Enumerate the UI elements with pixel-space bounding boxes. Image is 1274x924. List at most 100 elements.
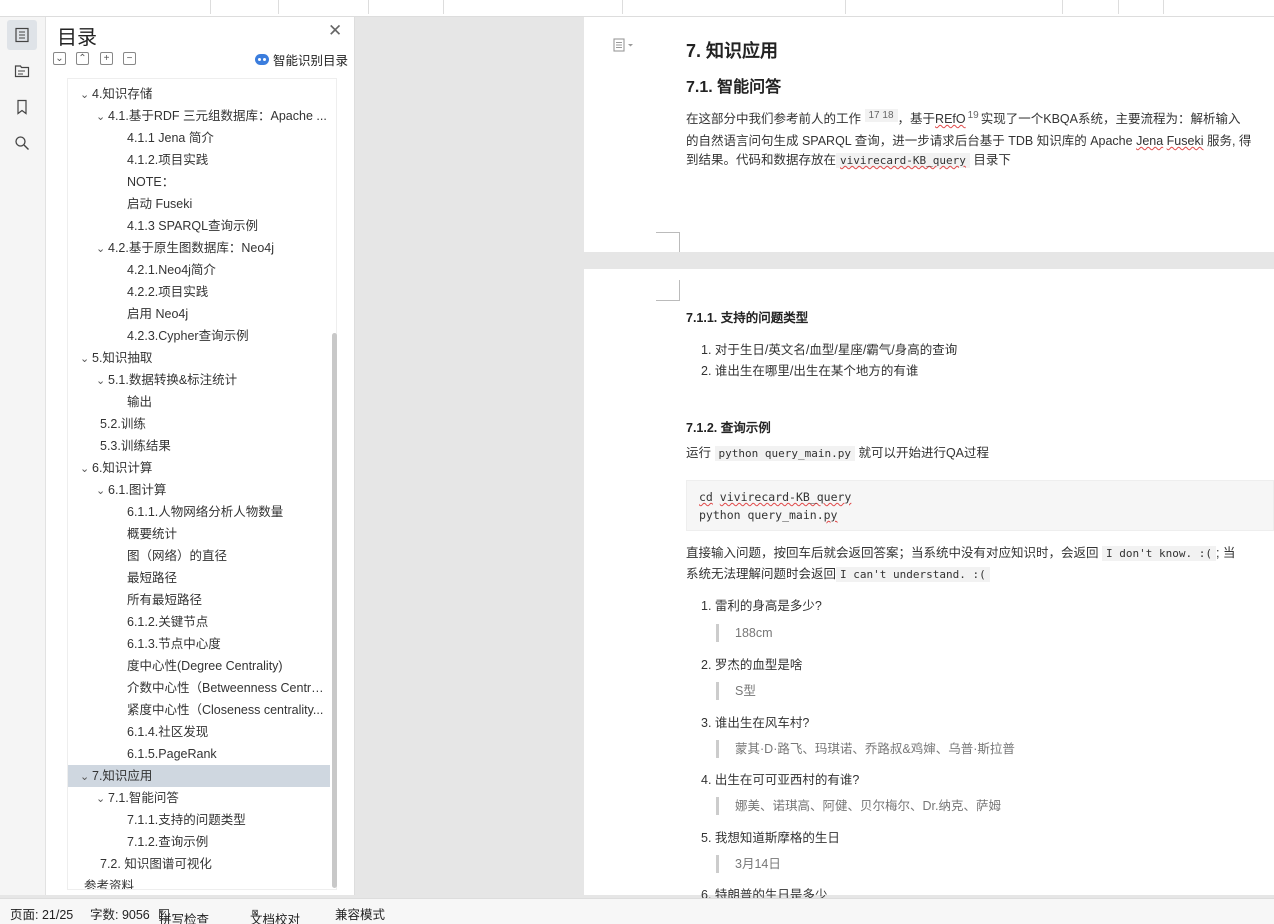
- toolbar-divider: [368, 0, 369, 14]
- toc-item-label: 6.1.2.关键节点: [127, 615, 209, 629]
- word-count[interactable]: 字数: 9056: [90, 904, 150, 923]
- toc-item[interactable]: 图（网络）的直径: [68, 545, 330, 567]
- toc-item[interactable]: ⌄ 6.知识计算: [68, 457, 330, 479]
- heading-supported-questions: 7.1.1. 支持的问题类型: [686, 311, 809, 325]
- bookmark-icon[interactable]: [7, 92, 37, 122]
- answer-quote: 蒙其·D·路飞、玛琪诺、乔路叔&鸡婶、乌普·斯拉普: [716, 740, 1015, 758]
- smart-toc-label: 智能识别目录: [273, 54, 349, 68]
- toc-item[interactable]: 4.1.1 Jena 简介: [68, 127, 330, 149]
- toc-panel: 目录 ✕ ⌄ ⌃ + − 智能识别目录 ⌄ 4.知识存储 ⌄ 4.1.基于RDF 三元…: [46, 17, 355, 895]
- toc-item[interactable]: 4.1.3 SPARQL查询示例: [68, 215, 330, 237]
- toc-item[interactable]: 6.1.4.社区发现: [68, 721, 330, 743]
- toc-item[interactable]: ⌄ 5.1.数据转换&标注统计: [68, 369, 330, 391]
- toc-item[interactable]: 5.3.训练结果: [68, 435, 330, 457]
- toc-item[interactable]: NOTE：: [68, 171, 330, 193]
- intro-text: 实现了一个KBQA系统，主要流程为：解析输入: [980, 112, 1241, 126]
- toolbar-divider: [443, 0, 444, 14]
- toolbar-divider: [1118, 0, 1119, 14]
- toc-item[interactable]: 5.2.训练: [68, 413, 330, 435]
- toc-item[interactable]: 输出: [68, 391, 330, 413]
- toc-item[interactable]: 介数中心性（Betweenness Centra ...: [68, 677, 330, 699]
- toc-item-label: 6.1.5.PageRank: [127, 747, 217, 761]
- run-text: 就可以开始进行QA过程: [858, 446, 989, 460]
- search-icon[interactable]: [7, 128, 37, 158]
- direct-text: 直接输入问题，按回车后就会返回答案；当系统中没有对应知识时，会返回: [686, 546, 1099, 560]
- toc-item-label: 最短路径: [127, 571, 178, 585]
- chevron-down-icon[interactable]: ⌄: [80, 458, 92, 479]
- refo-link[interactable]: REfO: [935, 112, 966, 126]
- question-item: 2. 罗杰的血型是啥: [701, 658, 803, 672]
- toc-item[interactable]: 4.2.1.Neo4j简介: [68, 259, 330, 281]
- toc-item-label: 5.3.训练结果: [100, 439, 171, 453]
- smart-toc-button[interactable]: 智能识别目录: [255, 50, 348, 69]
- toc-item[interactable]: 6.1.3.节点中心度: [68, 633, 330, 655]
- page-indicator[interactable]: 页面: 21/25: [10, 904, 73, 923]
- toc-item[interactable]: 参考资料: [68, 875, 330, 889]
- toc-item[interactable]: 4.2.2.项目实践: [68, 281, 330, 303]
- remove-level-icon[interactable]: −: [123, 52, 136, 65]
- fuseki-word: Fuseki: [1166, 134, 1204, 148]
- chevron-down-icon[interactable]: ⌄: [96, 370, 108, 391]
- status-bar: 页面: 21/25 字数: 9056 ✓ 拼写检查 ▾ ⊠ 文档校对 兼容模式: [0, 898, 1274, 924]
- chevron-down-icon[interactable]: ⌄: [96, 480, 108, 501]
- code-ext: py: [823, 508, 838, 522]
- toc-item-label: 5.知识抽取: [92, 351, 153, 365]
- chevron-down-icon[interactable]: ⌄: [96, 238, 108, 259]
- expand-up-icon[interactable]: ⌃: [76, 52, 89, 65]
- chevron-down-icon[interactable]: ⌄: [80, 84, 92, 105]
- toc-item[interactable]: 度中心性(Degree Centrality): [68, 655, 330, 677]
- top-toolbar-strip: [0, 0, 1274, 17]
- toc-item[interactable]: 6.1.2.关键节点: [68, 611, 330, 633]
- answer-quote: S型: [716, 682, 756, 700]
- chevron-down-icon[interactable]: ⌄: [80, 766, 92, 787]
- chevron-down-icon[interactable]: ⌄: [96, 788, 108, 809]
- add-level-icon[interactable]: +: [100, 52, 113, 65]
- heading-knowledge-application: 7. 知识应用: [686, 41, 779, 61]
- paragraph-format-icon[interactable]: [613, 38, 635, 55]
- code-keyword: cd: [699, 490, 713, 504]
- toc-item[interactable]: 最短路径: [68, 567, 330, 589]
- toc-item[interactable]: ⌄ 7.知识应用: [68, 765, 330, 787]
- toc-item[interactable]: ⌄ 7.1.智能问答: [68, 787, 330, 809]
- toc-item[interactable]: 启用 Neo4j: [68, 303, 330, 325]
- intro-text: ，基于: [897, 112, 936, 126]
- toc-item[interactable]: 7.1.2.查询示例: [68, 831, 330, 853]
- toc-item[interactable]: ⌄ 5.知识抽取: [68, 347, 330, 369]
- toc-item[interactable]: 6.1.5.PageRank: [68, 743, 330, 765]
- toc-item[interactable]: 紧度中心性（Closeness centrality...: [68, 699, 330, 721]
- citation-ref[interactable]: 19: [966, 109, 981, 122]
- toc-item-label: 7.1.智能问答: [108, 791, 179, 805]
- toc-item[interactable]: 概要统计: [68, 523, 330, 545]
- toc-item-label: 6.知识计算: [92, 461, 153, 475]
- toc-item[interactable]: ⌄ 4.知识存储: [68, 83, 330, 105]
- close-icon[interactable]: ✕: [328, 21, 342, 41]
- toc-item[interactable]: 所有最短路径: [68, 589, 330, 611]
- toc-item-label: 6.1.3.节点中心度: [127, 637, 221, 651]
- toc-item[interactable]: ⌄ 4.1.基于RDF 三元组数据库：Apache ...: [68, 105, 330, 127]
- toc-item-label: 6.1.4.社区发现: [127, 725, 209, 739]
- answer-quote: 3月14日: [716, 855, 781, 873]
- answer-quote: 188cm: [716, 624, 773, 642]
- toc-item[interactable]: 7.2. 知识图谱可视化: [68, 853, 330, 875]
- toc-scrollbar[interactable]: [332, 333, 337, 888]
- toc-item[interactable]: 4.2.3.Cypher查询示例: [68, 325, 330, 347]
- citation-ref[interactable]: 17 18: [864, 109, 898, 122]
- toc-panel-icon[interactable]: [7, 20, 37, 50]
- direct-text: 系统无法理解问题时会返回: [686, 567, 837, 581]
- intro-line-1: 在这部分中我们参考前人的工作 17 18 ，基于REfO 19 实现了一个KBQA系统…: [686, 109, 1274, 129]
- chevron-down-icon[interactable]: ⌄: [96, 106, 108, 127]
- spell-check-toggle[interactable]: ✓ 拼写检查 ▾: [159, 904, 209, 924]
- toc-item[interactable]: ⌄ 4.2.基于原生图数据库：Neo4j: [68, 237, 330, 259]
- toc-item[interactable]: 启动 Fuseki: [68, 193, 330, 215]
- toc-item[interactable]: ⌄ 6.1.图计算: [68, 479, 330, 501]
- toc-item[interactable]: 4.1.2.项目实践: [68, 149, 330, 171]
- code-block[interactable]: cd vivirecard-KB_query python query_main…: [686, 480, 1274, 531]
- toc-item[interactable]: 7.1.1.支持的问题类型: [68, 809, 330, 831]
- collapse-all-icon[interactable]: ⌄: [53, 52, 66, 65]
- chevron-down-icon[interactable]: ⌄: [80, 348, 92, 369]
- toc-item[interactable]: 6.1.1.人物网络分析人物数量: [68, 501, 330, 523]
- inline-code: I don't know. :(: [1102, 546, 1216, 561]
- intro-text: 在这部分中我们参考前人的工作: [686, 112, 862, 126]
- outline-folder-icon[interactable]: [7, 56, 37, 86]
- heading-query-examples: 7.1.2. 查询示例: [686, 421, 771, 435]
